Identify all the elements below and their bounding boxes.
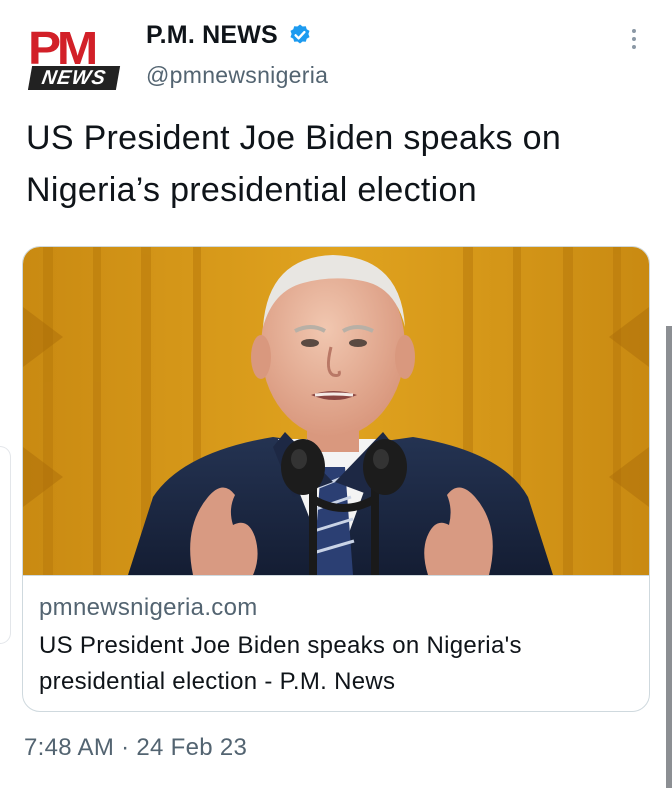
- verified-badge-icon: [288, 23, 312, 47]
- name-row: P.M. NEWS: [146, 18, 312, 52]
- card-image[interactable]: [23, 247, 649, 575]
- link-card[interactable]: pmnewsnigeria.com US President Joe Biden…: [22, 246, 650, 712]
- logo-news-text: NEWS: [28, 66, 121, 90]
- tweet-timestamp[interactable]: 7:48 AM · 24 Feb 23: [24, 734, 247, 762]
- tweet-header: PM NEWS P.M. NEWS @pmnewsnigeria: [28, 18, 648, 98]
- card-title: US President Joe Biden speaks on Nigeria…: [39, 632, 522, 695]
- more-vertical-icon[interactable]: [620, 22, 648, 56]
- account-handle[interactable]: @pmnewsnigeria: [146, 62, 328, 89]
- adjacent-panel-edge: [0, 446, 11, 644]
- scrollbar[interactable]: [666, 326, 672, 788]
- tweet-text: US President Joe Biden speaks on Nigeria…: [26, 119, 562, 209]
- card-domain: pmnewsnigeria.com: [39, 594, 258, 621]
- account-avatar-logo[interactable]: PM NEWS: [28, 26, 122, 94]
- card-info[interactable]: pmnewsnigeria.com US President Joe Biden…: [23, 575, 649, 711]
- display-name[interactable]: P.M. NEWS: [146, 21, 278, 50]
